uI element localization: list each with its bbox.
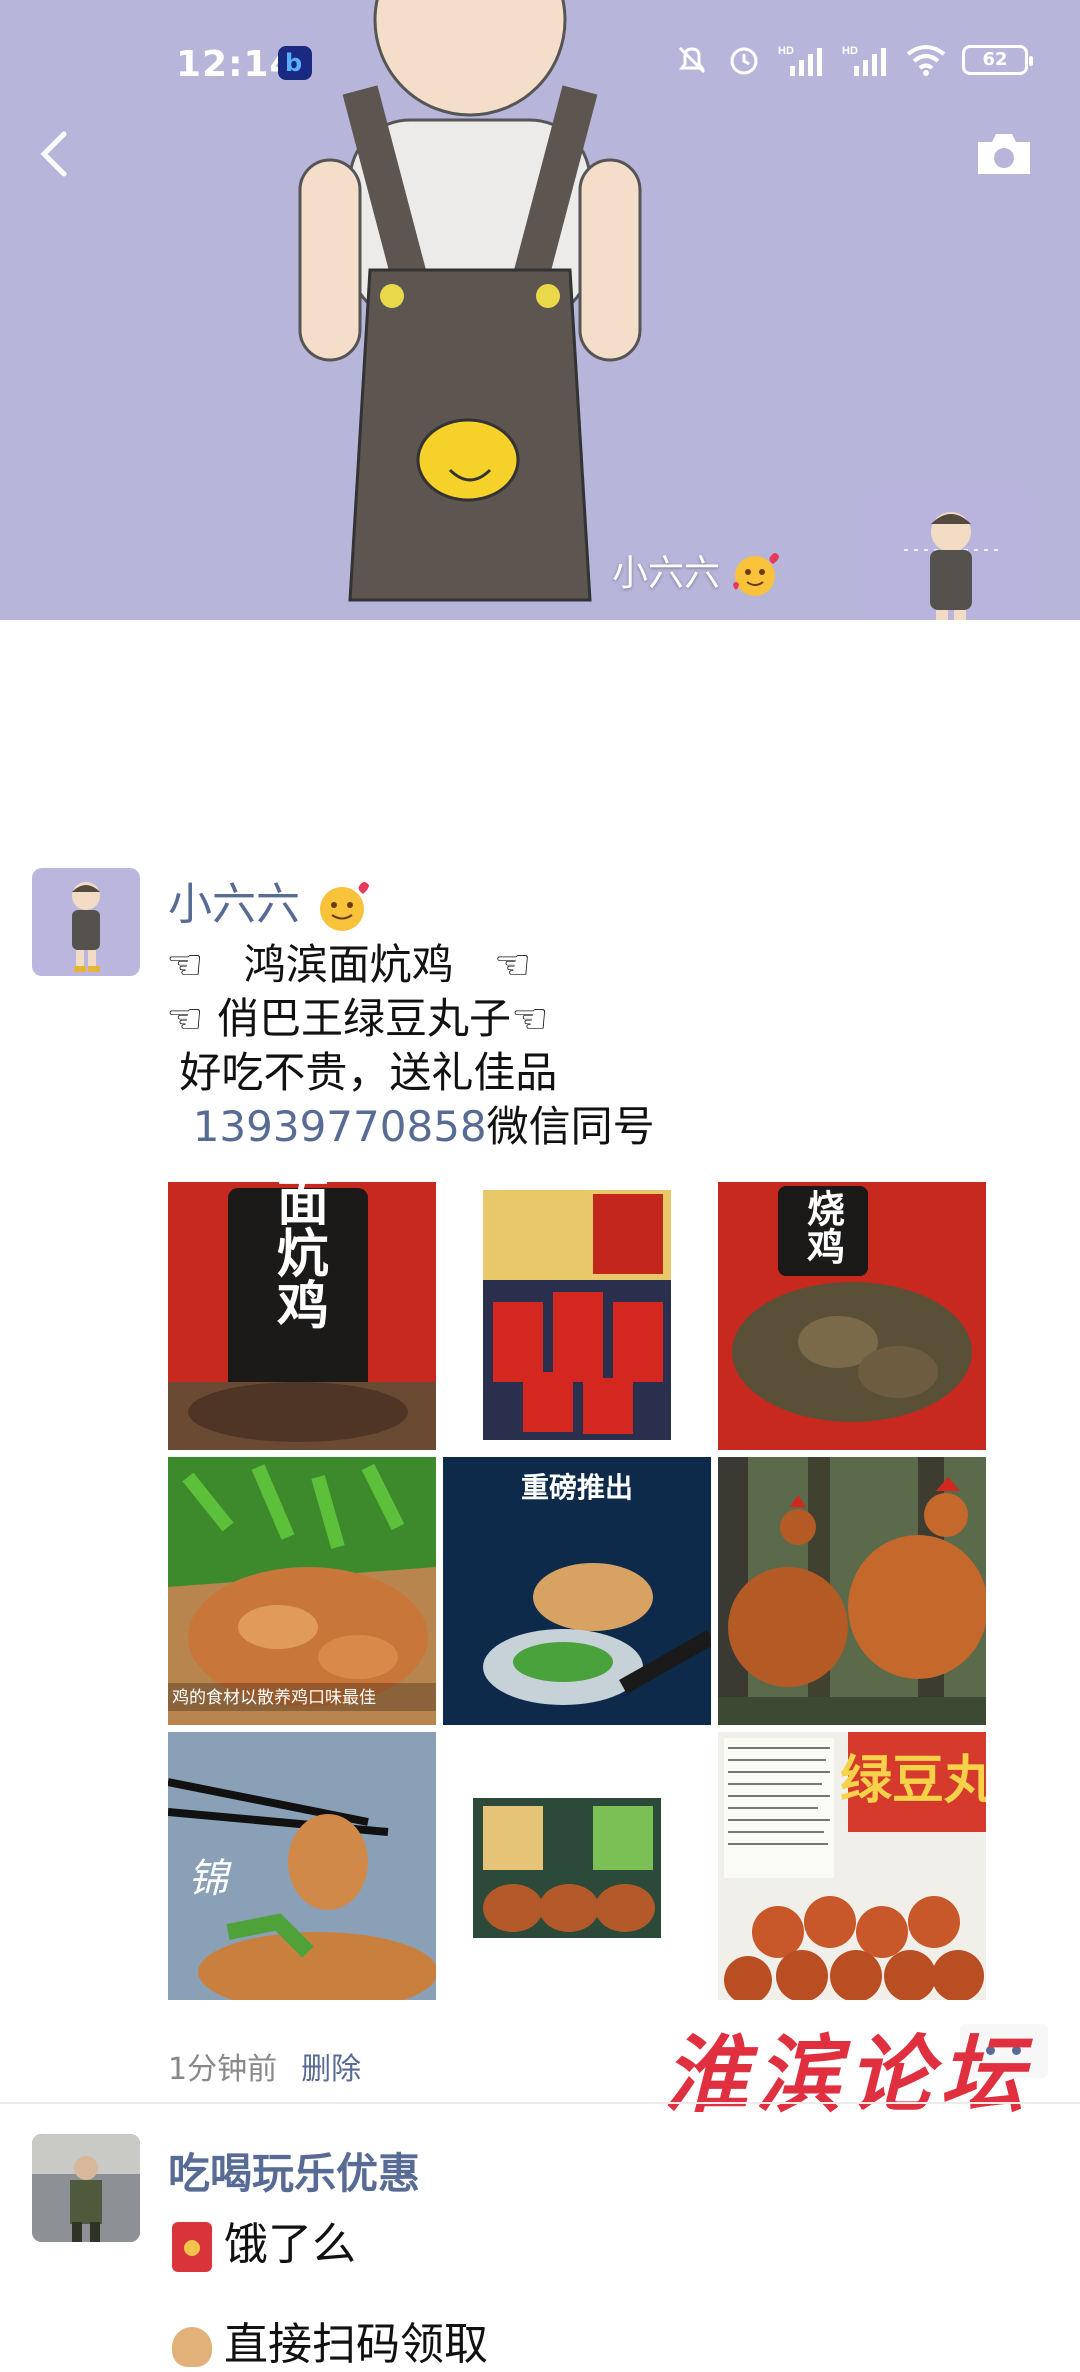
post-image-8[interactable] [443,1732,711,2000]
wifi-icon [906,45,946,76]
post2-line-2-text: 直接扫码领取 [224,2319,488,2370]
cover-image[interactable]: 12:14 b HD HD 62 小六六 [0,0,1080,620]
post-line-1: ☜ 鸿滨面炕鸡 ☜ [166,940,532,989]
post-line-4: 13939770858微信同号 [166,1100,1046,1154]
post-image-3[interactable]: 烧鸡 [718,1182,986,1450]
heart-face-emoji-icon [320,882,369,931]
hd-label: HD [778,45,794,57]
notification-app-icon: b [278,46,312,80]
battery-indicator: 62 [962,45,1033,75]
profile-avatar[interactable] [864,490,1038,620]
post-line-3: 好吃不贵，送礼佳品 [166,1048,558,1097]
post-image-1[interactable]: 面炕鸡 [168,1182,436,1450]
signal-icon-2: HD [842,45,886,76]
post-line-2: ☜ 俏巴王绿豆丸子☜ [166,994,549,1043]
image-grid: 面炕鸡 烧鸡 鸡的食材以散养鸡口味最佳 重磅推出 锦 绿豆丸 [168,1182,986,2000]
red-envelope-icon [172,2222,212,2272]
post-author[interactable]: 小六六 [168,868,374,935]
post-author-text: 小六六 [168,879,300,930]
post-image-6[interactable] [718,1457,986,1725]
post-avatar[interactable] [32,868,140,976]
post-image-4[interactable]: 鸡的食材以散养鸡口味最佳 [168,1457,436,1725]
img7-label: 锦 [188,1856,232,1902]
img4-caption: 鸡的食材以散养鸡口味最佳 [172,1688,376,1708]
img3-label: 烧鸡 [801,1189,846,1265]
mute-bell-icon [678,46,706,74]
camera-icon[interactable] [974,128,1034,180]
img9-label: 绿豆丸 [840,1750,986,1811]
phone-link[interactable]: 13939770858 [193,1102,487,1151]
hd-label-2: HD [842,45,858,57]
img5-label: 重磅推出 [521,1471,633,1504]
post-meta: 1分钟前 删除 [168,2044,361,2088]
post-image-7[interactable]: 锦 [168,1732,436,2000]
post2-line-2: 直接扫码领取 [172,2308,488,2372]
delete-link[interactable]: 删除 [301,2052,361,2087]
status-bar: 12:14 b HD HD 62 [0,0,1080,130]
post-time: 1分钟前 [168,2052,278,2087]
img1-label: 面炕鸡 [268,1182,329,1330]
post-image-5[interactable]: 重磅推出 [443,1457,711,1725]
post2-avatar[interactable] [32,2134,140,2242]
post2-line-1: 饿了么 [172,2208,356,2272]
post2-line-1-text: 饿了么 [224,2219,356,2270]
heart-face-emoji-icon [733,553,780,596]
signal-icon: HD [778,45,822,76]
phone-suffix: 微信同号 [486,1102,655,1151]
cover-owner-name: 小六六 [612,544,783,600]
post-image-2[interactable] [443,1182,711,1450]
back-arrow-icon[interactable] [30,124,80,184]
cover-owner-name-text: 小六六 [612,553,721,594]
post-content: ☜ 鸿滨面炕鸡 ☜ ☜ 俏巴王绿豆丸子☜ 好吃不贵，送礼佳品 1393977085… [166,938,1046,1154]
alarm-icon [730,47,758,75]
post-image-9[interactable]: 绿豆丸 [718,1732,986,2000]
post2-author[interactable]: 吃喝玩乐优惠 [168,2140,420,2201]
post-divider [0,2102,1080,2104]
pointing-hand-icon [172,2327,212,2367]
watermark: 淮滨论坛 [664,2025,1033,2124]
